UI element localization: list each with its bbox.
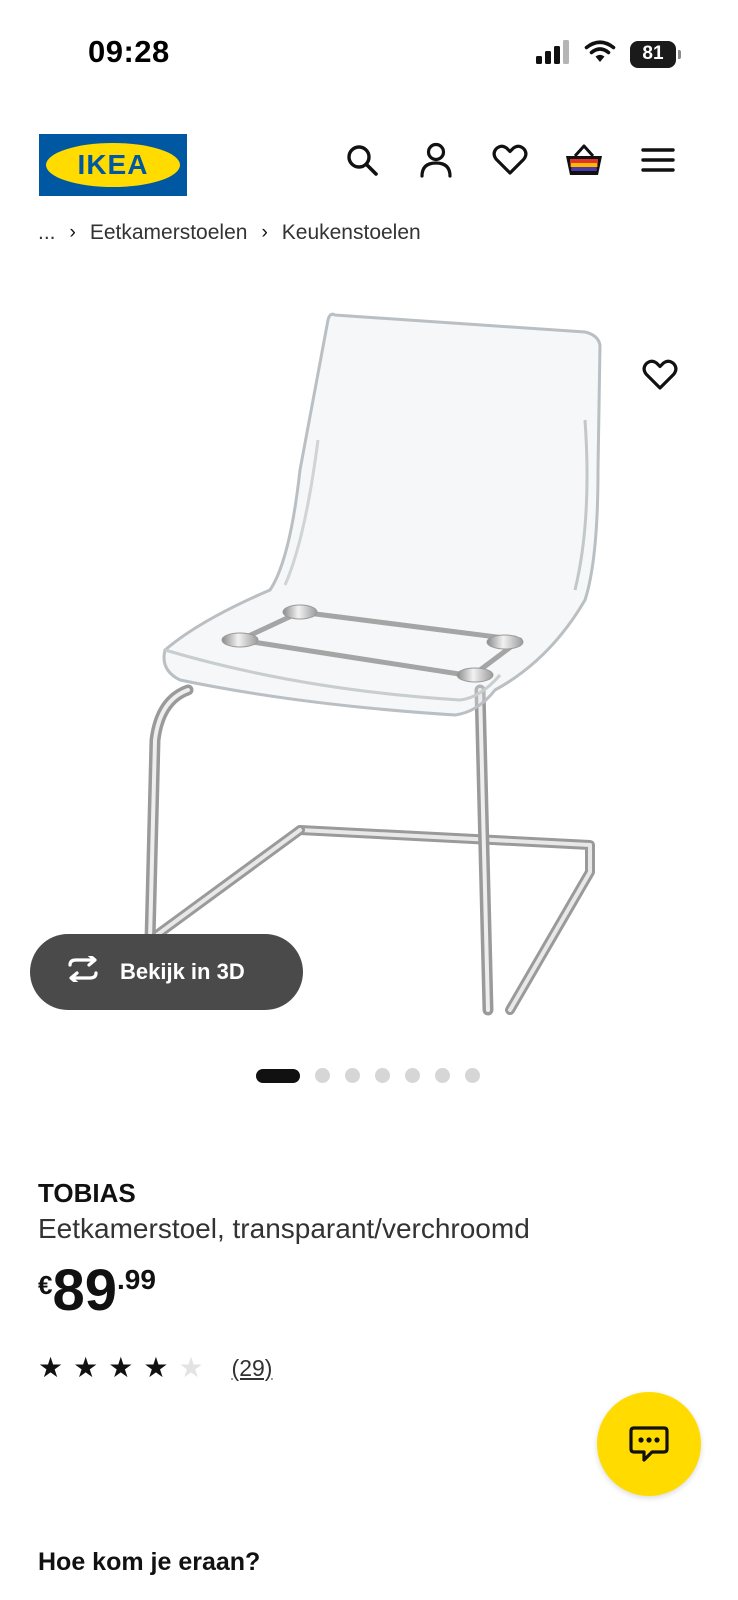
view-3d-button[interactable]: Bekijk in 3D [30,934,303,1010]
chevron-right-icon: › [261,222,268,243]
status-icons: 81 [536,38,681,70]
chat-bubble-icon [629,1426,669,1462]
star-icon: ★ [73,1352,99,1383]
carousel-dot-3[interactable] [345,1068,360,1083]
product-rating[interactable]: ★ ★ ★ ★ ★ (29) [38,1354,272,1382]
carousel-dots [256,1068,480,1083]
menu-icon[interactable] [638,140,678,180]
heart-icon[interactable] [490,140,530,180]
carousel-dot-7[interactable] [465,1068,480,1083]
carousel-dot-1[interactable] [256,1068,300,1083]
carousel-dot-4[interactable] [375,1068,390,1083]
chevron-right-icon: › [69,222,76,243]
product-description: Eetkamerstoel, transparant/verchroomd [38,1213,530,1244]
price-decimal: .99 [116,1264,156,1295]
signal-icon [536,39,570,69]
chat-button[interactable] [597,1392,701,1496]
logo-oval: IKEA [46,143,180,187]
account-icon[interactable] [416,140,456,180]
carousel-dot-5[interactable] [405,1068,420,1083]
heart-outline-icon [642,359,678,390]
logo-text: IKEA [77,149,149,180]
star-icon: ★ [108,1352,134,1383]
star-empty-icon: ★ [178,1352,204,1383]
view-3d-label: Bekijk in 3D [120,959,245,984]
status-time: 09:28 [88,34,170,69]
star-icon: ★ [38,1352,64,1383]
ikea-logo[interactable]: IKEA [39,134,187,196]
price-integer: 89 [52,1258,117,1323]
price-currency: € [38,1270,53,1300]
carousel-dot-6[interactable] [435,1068,450,1083]
review-count-link[interactable]: (29) [232,1355,273,1382]
battery-icon: 81 [630,40,681,68]
search-icon[interactable] [342,140,382,180]
basket-icon[interactable] [564,140,604,180]
breadcrumb-item-keukenstoelen[interactable]: Keukenstoelen [282,221,421,245]
header-actions [342,140,678,180]
star-icon: ★ [143,1352,169,1383]
battery-level: 81 [642,43,664,64]
breadcrumb-ellipsis[interactable]: ... [38,221,56,245]
favorite-button[interactable] [640,355,680,395]
breadcrumb-item-eetkamerstoelen[interactable]: Eetkamerstoelen [90,221,248,245]
product-name: TOBIAS [38,1178,136,1208]
breadcrumb: ... › Eetkamerstoelen › Keukenstoelen [38,218,421,248]
status-bar: 09:28 81 [0,0,738,110]
product-price: € 89 .99 [38,1262,156,1320]
carousel-dot-2[interactable] [315,1068,330,1083]
site-header: IKEA [0,110,738,220]
rotate-3d-icon [64,953,102,988]
wifi-icon [584,39,616,69]
section-heading-availability: Hoe kom je eraan? [38,1548,261,1576]
